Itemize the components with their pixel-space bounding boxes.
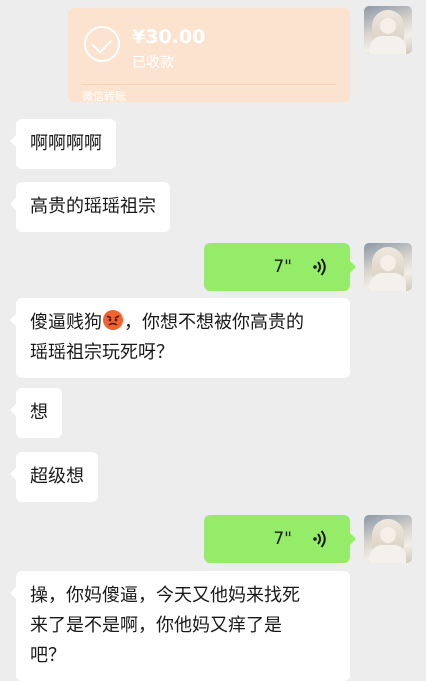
avatar-body <box>370 545 406 563</box>
angry-face-emoji <box>103 310 123 330</box>
voice-wave-icon <box>313 530 326 548</box>
message-text: 想 <box>30 402 48 423</box>
message-text: 高贵的瑶瑶祖宗 <box>30 196 156 217</box>
avatar-face <box>380 255 396 271</box>
message-bubble[interactable]: 想 <box>10 388 62 438</box>
message-bubble[interactable]: 傻逼贱狗 ，你想不想被你高贵的 瑶瑶祖宗玩死呀？ <box>10 298 350 378</box>
message-bubble[interactable]: 操，你妈傻逼，今天又他妈来找死 来了是不是啊，你他妈又痒了是 吧？ <box>10 571 350 681</box>
message-line: 傻逼贱狗 ，你想不想被你高贵的 <box>30 308 336 338</box>
transfer-card[interactable]: ¥30.00 已收款 微信转账 <box>68 8 350 103</box>
message-text: ，你想不想被你高贵的 <box>124 312 304 333</box>
avatar-face <box>380 527 396 543</box>
avatar[interactable] <box>364 6 412 54</box>
avatar[interactable] <box>364 515 412 563</box>
message-bubble[interactable]: 高贵的瑶瑶祖宗 <box>10 182 170 232</box>
message-text: 啊啊啊啊 <box>30 133 102 154</box>
message-text: 吧？ <box>30 645 66 666</box>
message-text: 瑶瑶祖宗玩死呀？ <box>30 342 174 363</box>
message-text: 操，你妈傻逼，今天又他妈来找死 <box>30 585 300 606</box>
avatar-body <box>370 273 406 291</box>
transfer-status: 已收款 <box>132 55 174 71</box>
avatar-body <box>370 36 406 54</box>
transfer-amount: ¥30.00 <box>132 26 206 48</box>
avatar-face <box>380 18 396 34</box>
message-text: 傻逼贱狗 <box>30 312 102 333</box>
message-bubble[interactable]: 超级想 <box>10 452 98 502</box>
voice-message-bubble[interactable]: 7" <box>204 515 356 563</box>
voice-duration: 7" <box>273 529 292 549</box>
message-text: 来了是不是啊，你他妈又痒了是 <box>30 615 282 636</box>
transfer-divider <box>82 84 336 85</box>
avatar[interactable] <box>364 243 412 291</box>
transfer-source: 微信转账 <box>82 90 126 103</box>
message-text: 超级想 <box>30 466 84 487</box>
check-circle-icon <box>84 26 120 62</box>
voice-wave-icon <box>313 258 326 276</box>
voice-message-bubble[interactable]: 7" <box>204 243 356 291</box>
message-bubble[interactable]: 啊啊啊啊 <box>10 119 116 169</box>
voice-duration: 7" <box>273 257 292 277</box>
